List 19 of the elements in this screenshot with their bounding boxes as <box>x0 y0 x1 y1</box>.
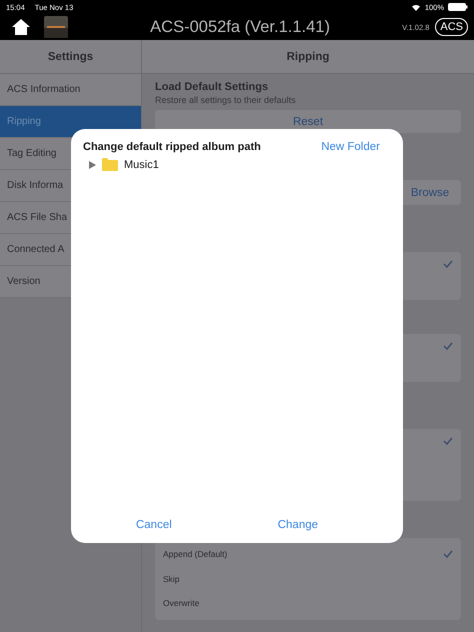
battery-icon <box>448 3 468 11</box>
change-button[interactable]: Change <box>278 519 318 531</box>
wifi-icon <box>410 3 421 11</box>
option-label[interactable]: Skip <box>163 574 180 584</box>
sidebar-item[interactable]: ACS Information <box>0 74 141 106</box>
folder-icon <box>102 158 118 171</box>
app-logo-icon[interactable] <box>44 16 68 38</box>
section-subtitle: Restore all settings to their defaults <box>155 95 297 105</box>
option-label[interactable]: Append (Default) <box>163 549 228 560</box>
sidebar-header: Settings <box>0 40 141 74</box>
section-title: Load Default Settings <box>155 81 270 93</box>
cancel-button[interactable]: Cancel <box>136 519 172 531</box>
acs-button[interactable]: ACS <box>435 18 468 36</box>
home-icon[interactable] <box>12 19 30 35</box>
window-title: ACS-0052fa (Ver.1.1.41) <box>149 18 331 36</box>
option-label[interactable]: Overwrite <box>163 598 200 608</box>
new-folder-link[interactable]: New Folder <box>321 141 380 153</box>
content-header: Ripping <box>142 40 474 74</box>
expand-triangle-icon[interactable] <box>89 160 96 168</box>
